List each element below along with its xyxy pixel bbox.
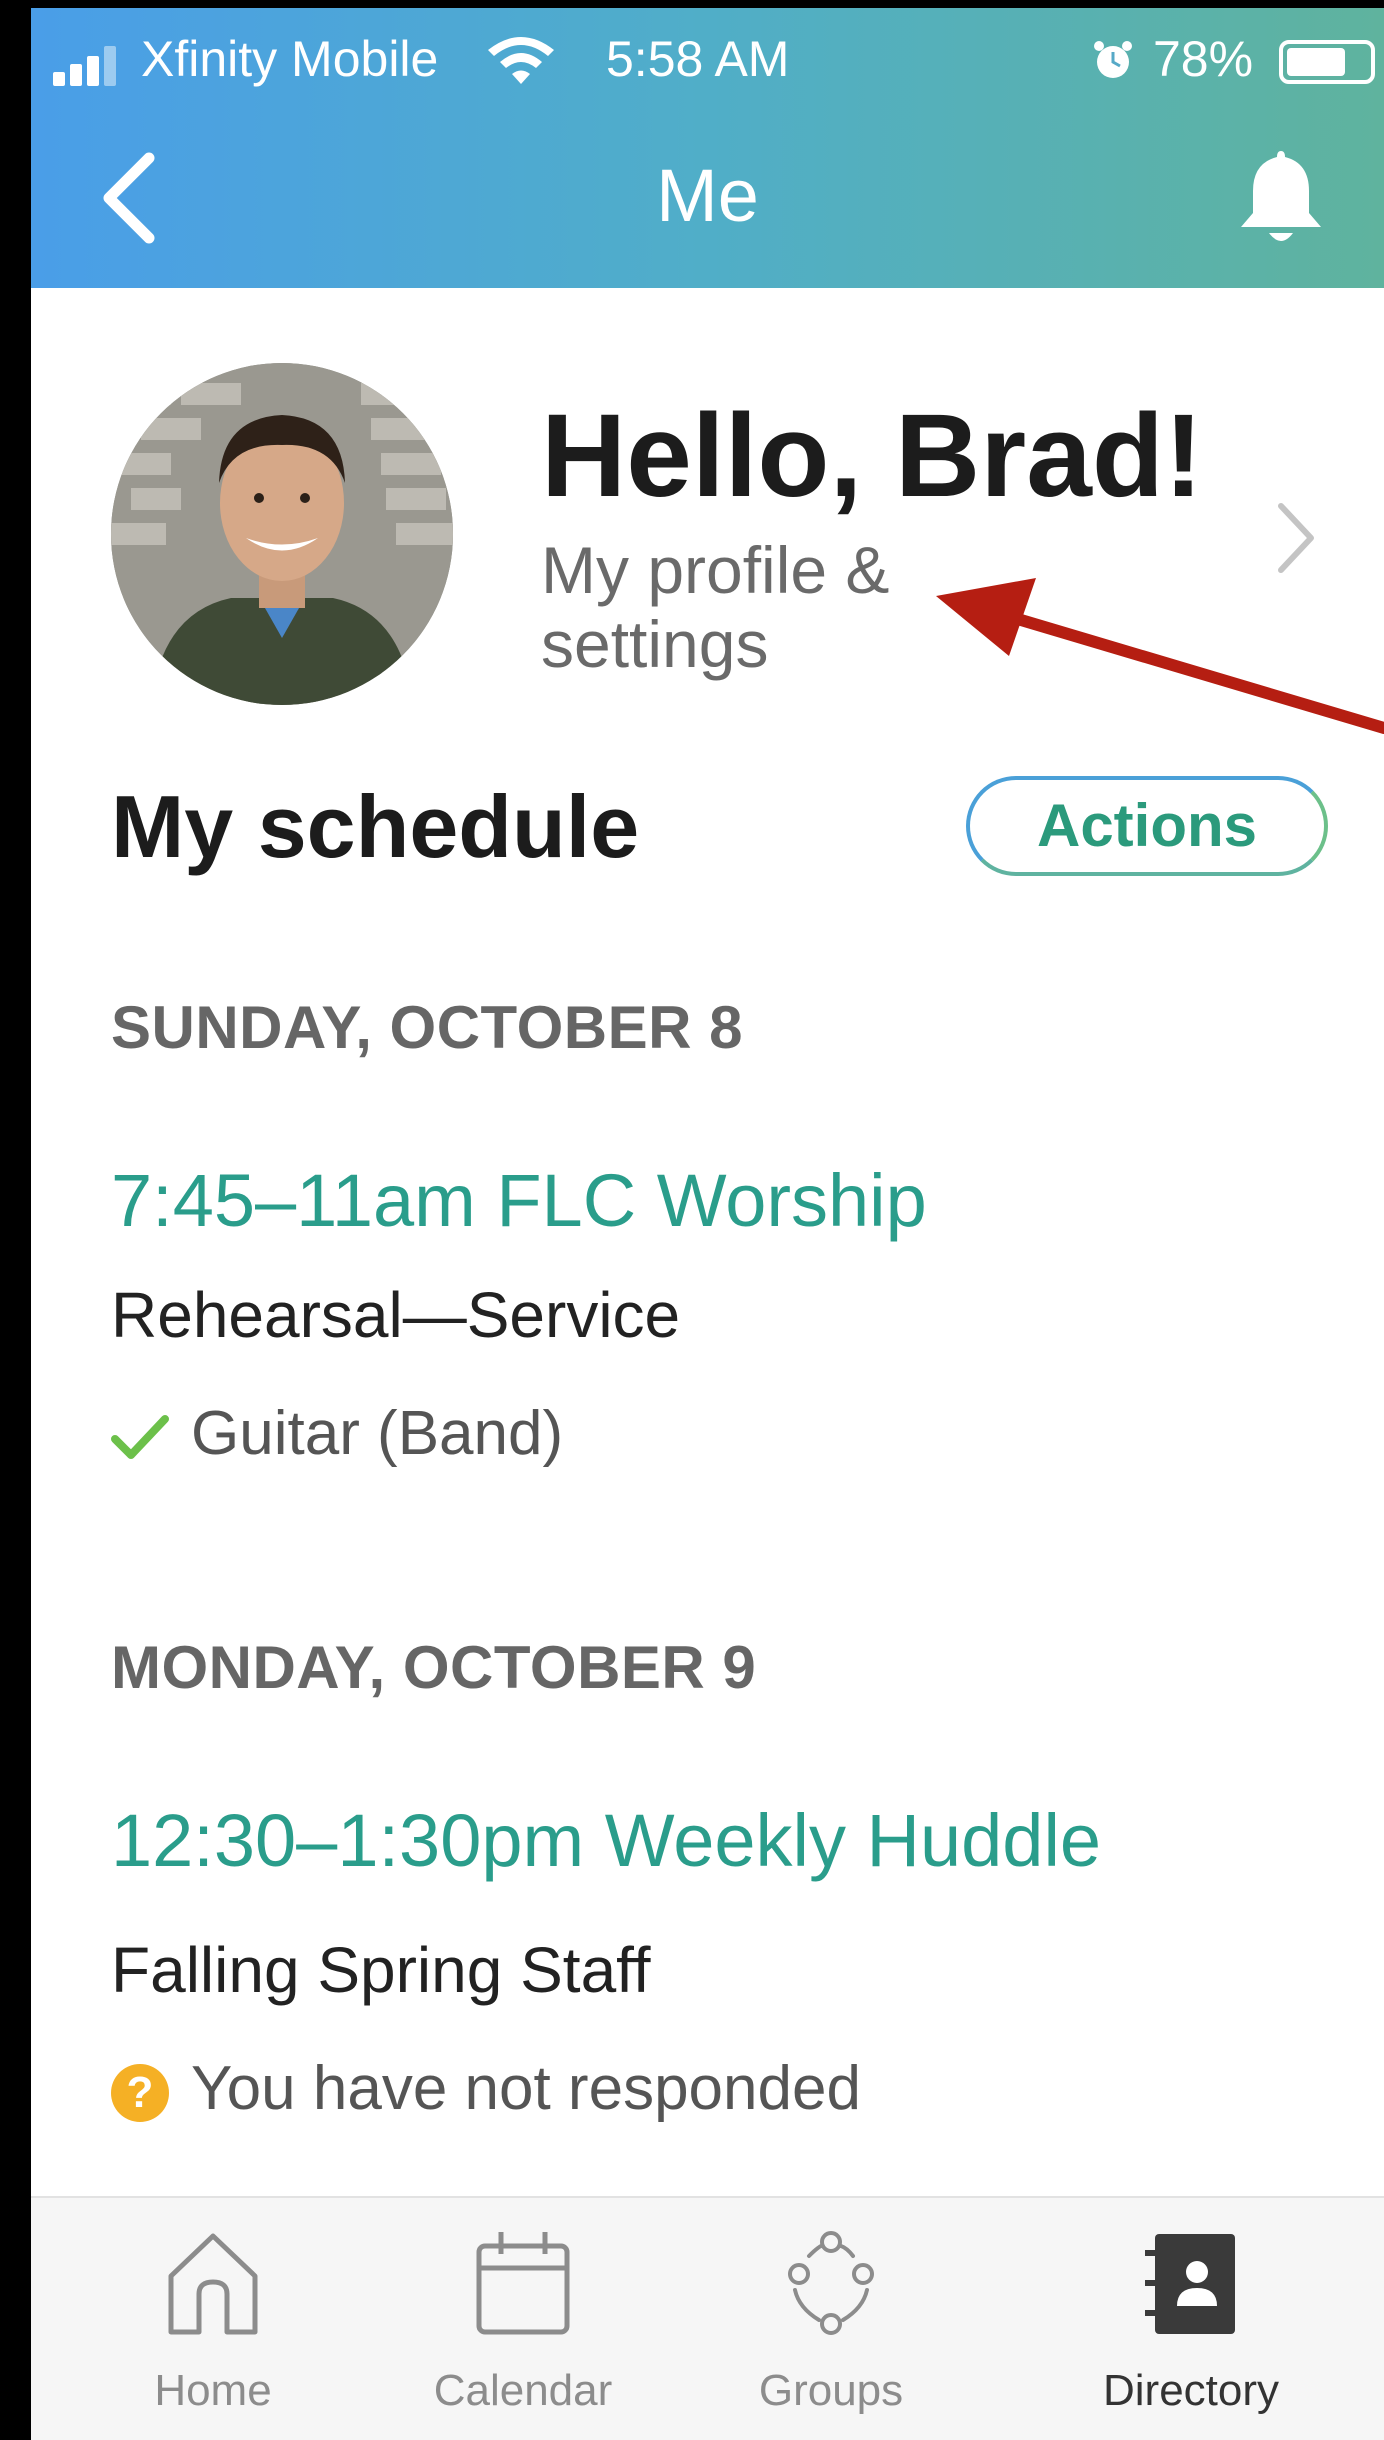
- calendar-icon: [476, 2232, 570, 2335]
- tab-bar: Home Calendar Groups Directory: [31, 2196, 1384, 2440]
- tab-label: Calendar: [433, 2366, 613, 2415]
- groups-icon: [788, 2231, 874, 2335]
- event-subtitle: Rehearsal—Service: [111, 1279, 681, 1351]
- avatar: [111, 363, 453, 705]
- status-time: 5:58 AM: [606, 31, 790, 87]
- day-heading: SUNDAY, OCTOBER 8: [111, 994, 743, 1061]
- app-screen: Xfinity Mobile 5:58 AM 78% Me Hello, Bra…: [31, 8, 1384, 2440]
- event-status: Guitar (Band): [111, 1398, 563, 1469]
- event-status: ? You have not responded: [111, 2053, 861, 2124]
- home-icon: [168, 2233, 258, 2335]
- profile-settings-link[interactable]: My profile & settings: [541, 533, 1001, 681]
- page-title: Me: [656, 154, 759, 237]
- tab-label: Groups: [758, 2366, 904, 2415]
- bell-icon[interactable]: [1231, 143, 1331, 253]
- event-status-text: You have not responded: [191, 2054, 861, 2123]
- event-title[interactable]: 7:45–11am FLC Worship: [111, 1158, 927, 1243]
- header-bar: Xfinity Mobile 5:58 AM 78% Me: [31, 8, 1384, 288]
- wifi-icon: [488, 37, 554, 84]
- tab-directory[interactable]: Directory: [1031, 2198, 1351, 2440]
- day-heading: MONDAY, OCTOBER 9: [111, 1634, 757, 1701]
- event-status-text: Guitar (Band): [191, 1399, 564, 1468]
- status-bar: Xfinity Mobile 5:58 AM 78%: [31, 8, 1384, 108]
- question-icon: ?: [111, 2063, 169, 2122]
- battery-percent: 78%: [1153, 31, 1254, 87]
- tab-label: Directory: [1102, 2366, 1280, 2415]
- event-subtitle: Falling Spring Staff: [111, 1934, 651, 2006]
- greeting-heading: Hello, Brad!: [541, 390, 1204, 522]
- chevron-right-icon: [1278, 503, 1314, 573]
- tab-home[interactable]: Home: [88, 2198, 338, 2440]
- directory-icon: [1145, 2234, 1235, 2334]
- profile-settings-row[interactable]: Hello, Brad! My profile & settings: [31, 288, 1384, 718]
- tab-groups[interactable]: Groups: [706, 2198, 956, 2440]
- signal-icon: [53, 46, 123, 86]
- event-title[interactable]: 12:30–1:30pm Weekly Huddle: [111, 1798, 1101, 1883]
- check-icon: [111, 1414, 169, 1459]
- battery-icon: [1279, 40, 1375, 84]
- carrier-name: Xfinity Mobile: [141, 31, 439, 87]
- actions-button[interactable]: Actions: [966, 776, 1328, 876]
- alarm-icon: [1094, 41, 1132, 78]
- schedule-heading: My schedule: [111, 777, 640, 876]
- tab-label: Home: [154, 2366, 272, 2415]
- tab-calendar[interactable]: Calendar: [398, 2198, 648, 2440]
